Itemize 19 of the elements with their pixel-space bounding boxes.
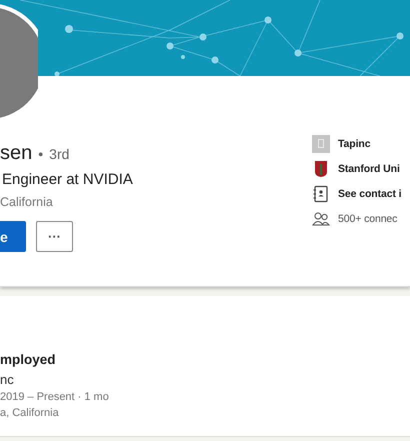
headline: Engineer at NVIDIA [1, 171, 133, 188]
company-name: nc [0, 372, 15, 387]
highlight-text[interactable]: Stanford Uni [338, 162, 400, 174]
contact-card-icon [312, 184, 330, 202]
company-logo-icon [312, 134, 330, 152]
separator-dot: • [38, 146, 44, 162]
highlight-text[interactable]: 500+ connec [338, 212, 398, 224]
highlight-text[interactable]: See contact i [338, 188, 402, 200]
more-button[interactable]: ··· [36, 221, 73, 252]
primary-button[interactable]: e [0, 221, 26, 252]
people-icon [312, 210, 330, 228]
job-dates: 2019 – Present · 1 mo [0, 391, 110, 403]
job-title: mployed [0, 352, 57, 367]
school-logo-icon [312, 160, 330, 178]
profile-name: sen [0, 142, 32, 165]
job-location: a, California [0, 407, 60, 419]
highlight-text[interactable]: Tapinc [338, 138, 370, 150]
location: California [0, 195, 54, 209]
connection-degree: 3rd [49, 146, 70, 162]
